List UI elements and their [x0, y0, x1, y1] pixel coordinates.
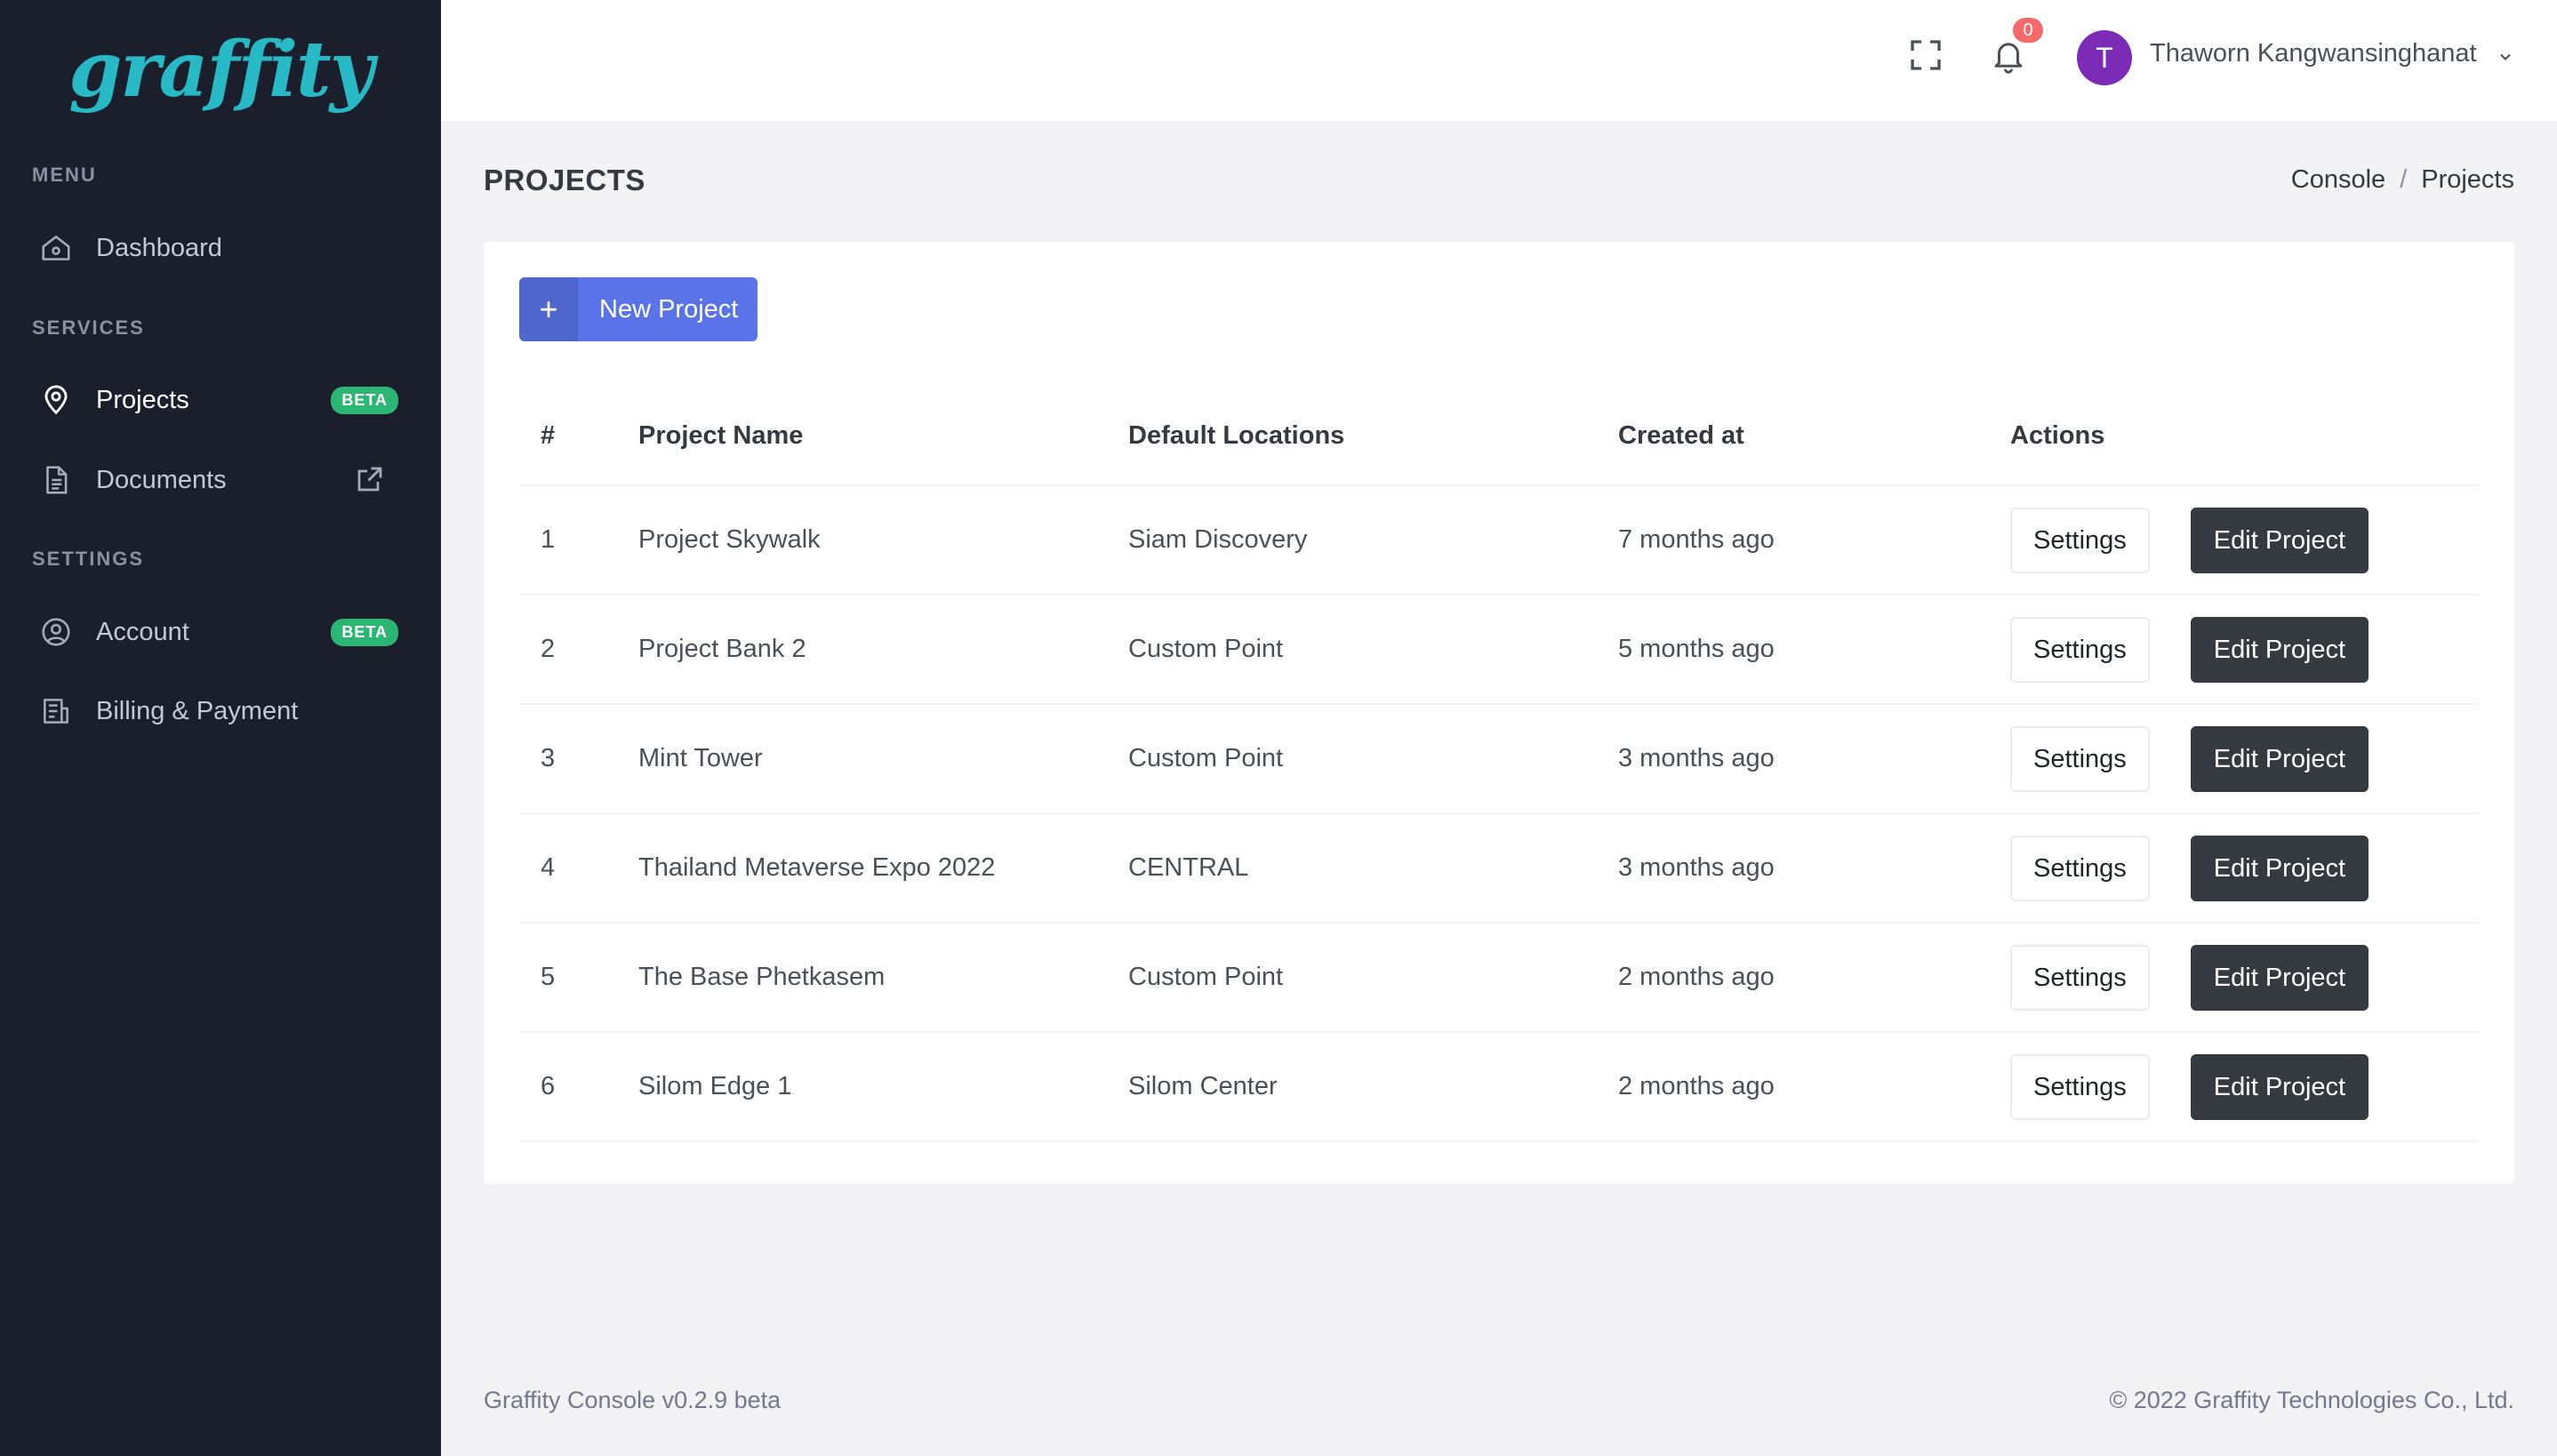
project-name: Silom Edge 1: [638, 1032, 1128, 1142]
project-name: Thailand Metaverse Expo 2022: [638, 813, 1128, 924]
row-number: 6: [519, 1032, 638, 1142]
fullscreen-icon[interactable]: [1908, 37, 1944, 73]
edit-project-button[interactable]: Edit Project: [2190, 725, 2369, 792]
sidebar-item-account[interactable]: Account BETA: [0, 604, 441, 660]
breadcrumb-console[interactable]: Console: [2291, 165, 2385, 195]
new-project-button[interactable]: + New Project: [519, 277, 757, 341]
settings-button[interactable]: Settings: [2010, 944, 2150, 1011]
app-logo[interactable]: graffity: [0, 25, 441, 115]
sidebar: graffity MENU Dashboard SERVICES Project…: [0, 0, 441, 1456]
row-actions: Settings Edit Project: [2010, 595, 2479, 705]
plus-icon: +: [519, 277, 578, 341]
settings-button[interactable]: Settings: [2010, 835, 2150, 901]
project-created: 3 months ago: [1618, 813, 2010, 924]
header-actions: Actions: [2010, 388, 2479, 486]
table-header-row: # Project Name Default Locations Created…: [519, 388, 2479, 486]
row-number: 4: [519, 813, 638, 924]
sidebar-item-projects[interactable]: Projects BETA: [0, 372, 441, 428]
settings-button[interactable]: Settings: [2010, 725, 2150, 792]
notification-count-badge: 0: [2013, 18, 2043, 43]
table-row: 1 Project Skywalk Siam Discovery 7 month…: [519, 485, 2479, 596]
page-title: PROJECTS: [484, 164, 645, 196]
row-number: 1: [519, 485, 638, 596]
breadcrumb-projects: Projects: [2421, 165, 2514, 194]
sidebar-item-label: Billing & Payment: [96, 696, 299, 725]
row-actions: Settings Edit Project: [2010, 704, 2479, 814]
sidebar-item-billing[interactable]: Billing & Payment: [0, 683, 441, 740]
edit-project-button[interactable]: Edit Project: [2190, 1053, 2369, 1120]
project-name: Project Bank 2: [638, 595, 1128, 705]
project-location: Siam Discovery: [1128, 485, 1618, 596]
document-icon: [39, 463, 73, 497]
breadcrumb-separator: /: [2400, 165, 2408, 194]
project-name: Project Skywalk: [638, 485, 1128, 596]
sidebar-item-label: Account: [96, 617, 189, 646]
chevron-down-icon[interactable]: [2497, 48, 2514, 66]
table-row: 5 The Base Phetkasem Custom Point 2 mont…: [519, 923, 2479, 1033]
external-link-icon[interactable]: [354, 463, 386, 495]
beta-badge: BETA: [331, 386, 398, 414]
footer: Graffity Console v0.2.9 beta © 2022 Graf…: [441, 1348, 2557, 1456]
row-number: 5: [519, 923, 638, 1033]
row-number: 2: [519, 595, 638, 705]
footer-version: Graffity Console v0.2.9 beta: [484, 1387, 782, 1413]
menu-section-title: MENU: [32, 164, 97, 186]
table-row: 6 Silom Edge 1 Silom Center 2 months ago…: [519, 1032, 2479, 1142]
row-actions: Settings Edit Project: [2010, 813, 2479, 924]
footer-copyright: © 2022 Graffity Technologies Co., Ltd.: [2109, 1387, 2514, 1413]
settings-button[interactable]: Settings: [2010, 1053, 2150, 1120]
project-location: Custom Point: [1128, 595, 1618, 705]
project-created: 3 months ago: [1618, 704, 2010, 814]
settings-button[interactable]: Settings: [2010, 507, 2150, 573]
header-project-name: Project Name: [638, 388, 1128, 486]
services-section-title: SERVICES: [32, 316, 145, 339]
sidebar-item-documents[interactable]: Documents: [0, 452, 441, 508]
sidebar-item-label: Projects: [96, 385, 189, 414]
project-created: 2 months ago: [1618, 923, 2010, 1033]
edit-project-button[interactable]: Edit Project: [2190, 835, 2369, 901]
beta-badge: BETA: [331, 618, 398, 646]
projects-card: + New Project # Project Name Default Loc…: [484, 242, 2514, 1184]
project-location: CENTRAL: [1128, 813, 1618, 924]
user-circle-icon: [39, 615, 73, 649]
edit-project-button[interactable]: Edit Project: [2190, 944, 2369, 1011]
map-pin-icon: [39, 383, 73, 417]
table-row: 2 Project Bank 2 Custom Point 5 months a…: [519, 595, 2479, 705]
header-created-at: Created at: [1618, 388, 2010, 486]
header-number: #: [519, 388, 638, 486]
home-icon: [39, 231, 73, 265]
settings-button[interactable]: Settings: [2010, 616, 2150, 683]
receipt-icon: [39, 694, 73, 728]
topbar: 0 T Thaworn Kangwansinghanat: [441, 0, 2557, 121]
sidebar-item-label: Documents: [96, 465, 227, 494]
breadcrumb: Console / Projects: [2291, 165, 2514, 195]
edit-project-button[interactable]: Edit Project: [2190, 507, 2369, 573]
row-actions: Settings Edit Project: [2010, 485, 2479, 596]
table-row: 3 Mint Tower Custom Point 3 months ago S…: [519, 704, 2479, 814]
avatar[interactable]: T: [2077, 30, 2132, 85]
new-project-label: New Project: [599, 294, 739, 324]
header-default-locations: Default Locations: [1128, 388, 1618, 486]
projects-table: # Project Name Default Locations Created…: [519, 388, 2479, 1142]
user-name[interactable]: Thaworn Kangwansinghanat: [2150, 39, 2477, 68]
project-location: Custom Point: [1128, 923, 1618, 1033]
row-number: 3: [519, 704, 638, 814]
project-name: The Base Phetkasem: [638, 923, 1128, 1033]
row-actions: Settings Edit Project: [2010, 1032, 2479, 1142]
settings-section-title: SETTINGS: [32, 548, 145, 570]
project-created: 5 months ago: [1618, 595, 2010, 705]
project-created: 7 months ago: [1618, 485, 2010, 596]
row-actions: Settings Edit Project: [2010, 923, 2479, 1033]
project-location: Silom Center: [1128, 1032, 1618, 1142]
edit-project-button[interactable]: Edit Project: [2190, 616, 2369, 683]
project-location: Custom Point: [1128, 704, 1618, 814]
project-name: Mint Tower: [638, 704, 1128, 814]
sidebar-item-label: Dashboard: [96, 233, 222, 262]
table-row: 4 Thailand Metaverse Expo 2022 CENTRAL 3…: [519, 813, 2479, 924]
project-created: 2 months ago: [1618, 1032, 2010, 1142]
sidebar-item-dashboard[interactable]: Dashboard: [0, 220, 441, 276]
